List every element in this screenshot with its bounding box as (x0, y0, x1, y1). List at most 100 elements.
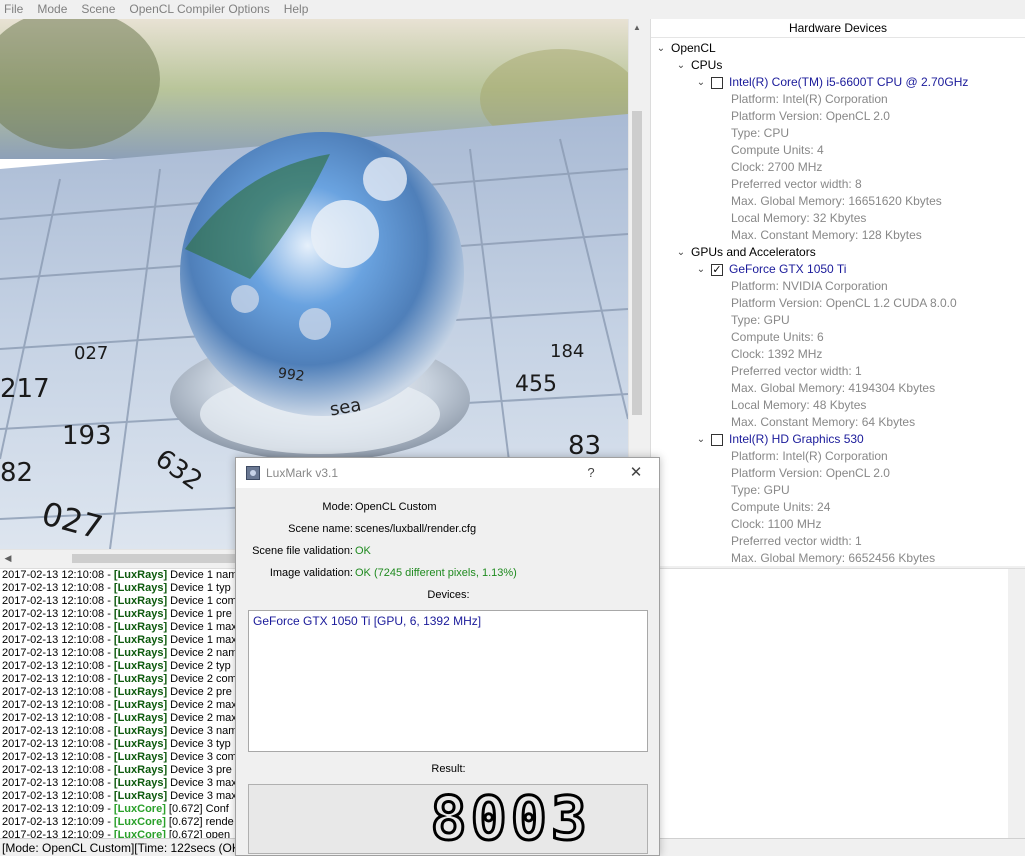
property-text: Platform Version: OpenCL 2.0 (731, 466, 890, 480)
log-timestamp: 2017-02-13 12:10:08 - (2, 738, 114, 750)
device-property: Preferred vector width: 1 (651, 533, 1025, 550)
luxmark-window: File Mode Scene OpenCL Compiler Options … (0, 0, 1025, 856)
log-timestamp: 2017-02-13 12:10:08 - (2, 569, 114, 581)
log-timestamp: 2017-02-13 12:10:09 - (2, 803, 114, 815)
menu-opencl-compiler-options[interactable]: OpenCL Compiler Options (122, 0, 276, 19)
log-timestamp: 2017-02-13 12:10:08 - (2, 751, 114, 763)
log-timestamp: 2017-02-13 12:10:08 - (2, 608, 114, 620)
log-message: Device 3 max (167, 777, 237, 789)
device-cpu[interactable]: ⌄ Intel(R) Core(TM) i5-6600T CPU @ 2.70GH… (651, 74, 1025, 91)
log-tag: [LuxRays] (113, 595, 168, 607)
device-property: Platform: Intel(R) Corporation (651, 448, 1025, 465)
log-timestamp: 2017-02-13 12:10:08 - (2, 790, 114, 802)
device-property: Compute Units: 4 (651, 142, 1025, 159)
device-property: Max. Constant Memory: 128 Kbytes (651, 227, 1025, 244)
device-property: Platform Version: OpenCL 2.0 (651, 108, 1025, 125)
expand-chevron-icon[interactable]: ⌄ (695, 261, 707, 278)
expand-chevron-icon[interactable]: ⌄ (675, 244, 687, 261)
menubar: File Mode Scene OpenCL Compiler Options … (0, 0, 1025, 19)
expand-chevron-icon[interactable]: ⌄ (695, 431, 707, 448)
property-text: Platform Version: OpenCL 1.2 CUDA 8.0.0 (731, 296, 957, 310)
image-validation-label: Image validation: (269, 567, 353, 579)
device-gpu-geforce[interactable]: ⌄ ✓ GeForce GTX 1050 Ti (651, 261, 1025, 278)
device-property: Preferred vector width: 8 (651, 176, 1025, 193)
log-tag: [LuxRays] (113, 634, 168, 646)
menu-mode[interactable]: Mode (30, 0, 74, 19)
log-tag: [LuxRays] (113, 712, 168, 724)
log-message: Device 1 typ (167, 582, 231, 594)
log-message: Device 1 pre (167, 608, 232, 620)
device-checkbox[interactable] (711, 434, 723, 446)
tile-label: 217 (0, 374, 50, 404)
device-property: Local Memory: 48 Kbytes (651, 397, 1025, 414)
scene-row: Scene name: scenes/luxball/render.cfg (236, 520, 661, 538)
log-tag: [LuxRays] (113, 790, 168, 802)
tree-node-cpus[interactable]: ⌄ CPUs (651, 57, 1025, 74)
log-timestamp: 2017-02-13 12:10:08 - (2, 686, 114, 698)
tile-label: 82 (0, 458, 33, 488)
devices-list[interactable]: GeForce GTX 1050 Ti [GPU, 6, 1392 MHz] (248, 610, 648, 752)
log-message: Device 3 nam (167, 725, 238, 737)
property-text: Local Memory: 48 Kbytes (731, 398, 867, 412)
log-message: Device 2 max (167, 712, 237, 724)
device-list-item[interactable]: GeForce GTX 1050 Ti [GPU, 6, 1392 MHz] (249, 611, 647, 631)
dialog-title: LuxMark v3.1 (266, 466, 339, 480)
device-gpu-intel-hd[interactable]: ⌄ Intel(R) HD Graphics 530 (651, 431, 1025, 448)
property-text: Preferred vector width: 1 (731, 534, 862, 548)
scroll-left-icon[interactable]: ◀ (0, 550, 16, 566)
log-tag: [LuxRays] (113, 738, 168, 750)
property-text: Max. Constant Memory: 128 Kbytes (731, 228, 922, 242)
log-tag: [LuxRays] (113, 582, 168, 594)
scroll-up-icon[interactable]: ▲ (629, 19, 645, 36)
tree-node-label: OpenCL (671, 41, 716, 55)
scrollbar-thumb[interactable] (632, 111, 642, 415)
log-message: Device 3 max (167, 790, 237, 802)
scene-label: Scene name: (288, 523, 353, 535)
log-timestamp: 2017-02-13 12:10:08 - (2, 634, 114, 646)
device-checkbox[interactable] (711, 77, 723, 89)
result-dialog: LuxMark v3.1 ? ✕ Mode: OpenCL Custom Sce… (235, 457, 660, 856)
hardware-devices-header: Hardware Devices (651, 19, 1025, 38)
device-property: Type: GPU (651, 482, 1025, 499)
log-tag: [LuxCore] (113, 803, 166, 815)
log-message: Device 2 pre (167, 686, 232, 698)
property-text: Platform: Intel(R) Corporation (731, 92, 888, 106)
log-message: Device 1 max (167, 634, 237, 646)
expand-chevron-icon[interactable]: ⌄ (655, 40, 667, 57)
log-timestamp: 2017-02-13 12:10:08 - (2, 725, 114, 737)
log-tag: [LuxRays] (113, 673, 168, 685)
log-message: Device 1 com (167, 595, 237, 607)
device-checkbox[interactable]: ✓ (711, 264, 723, 276)
scene-validation-value: OK (355, 545, 371, 557)
log-timestamp: 2017-02-13 12:10:08 - (2, 777, 114, 789)
mode-label: Mode: (322, 501, 353, 513)
menu-help[interactable]: Help (277, 0, 316, 19)
log-message: [0.672] open (165, 829, 231, 838)
tile-label: 193 (62, 421, 112, 451)
property-text: Compute Units: 24 (731, 500, 831, 514)
menu-file[interactable]: File (0, 0, 30, 19)
help-icon[interactable]: ? (581, 458, 601, 488)
image-validation-value: OK (7245 different pixels, 1.13%) (355, 567, 517, 579)
log-tag: [LuxRays] (113, 660, 168, 672)
log-tag: [LuxRays] (113, 647, 168, 659)
log-message: Device 2 typ (167, 660, 231, 672)
device-property: Clock: 1392 MHz (651, 346, 1025, 363)
log-message: [0.672] rende (165, 816, 234, 828)
device-property: Compute Units: 24 (651, 499, 1025, 516)
hardware-tree: ⌄ OpenCL ⌄ CPUs ⌄ Intel(R) Core(TM) i5-6600T … (651, 38, 1025, 566)
log-scrollbar[interactable] (1008, 569, 1025, 838)
property-text: Type: CPU (731, 126, 790, 140)
device-property: Max. Constant Memory: 64 Kbytes (651, 414, 1025, 431)
device-name: GeForce GTX 1050 Ti (729, 262, 847, 276)
menu-scene[interactable]: Scene (74, 0, 122, 19)
expand-chevron-icon[interactable]: ⌄ (675, 57, 687, 74)
tree-node-gpus[interactable]: ⌄ GPUs and Accelerators (651, 244, 1025, 261)
log-tag: [LuxRays] (113, 699, 168, 711)
tree-node-opencl[interactable]: ⌄ OpenCL (651, 40, 1025, 57)
log-tag: [LuxCore] (113, 816, 166, 828)
device-property: Type: GPU (651, 312, 1025, 329)
close-icon[interactable]: ✕ (626, 458, 646, 488)
expand-chevron-icon[interactable]: ⌄ (695, 74, 707, 91)
hardware-devices-panel: Hardware Devices ⌄ OpenCL ⌄ CPUs ⌄ Intel(R) C… (650, 19, 1025, 566)
